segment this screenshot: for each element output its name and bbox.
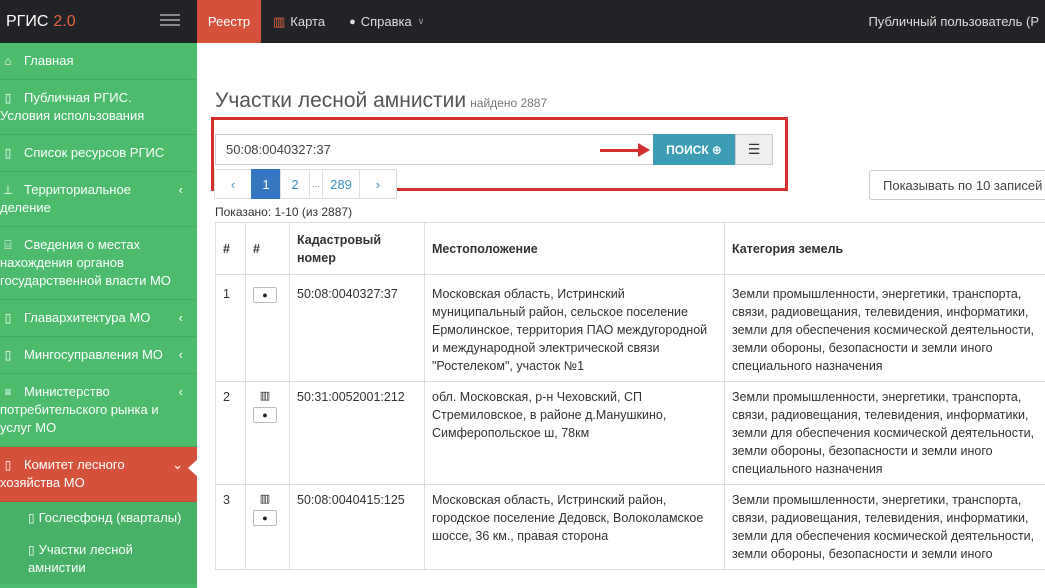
list-icon: ≡ bbox=[4, 385, 12, 399]
page-title: Участки лесной амнистии найдено 2887 bbox=[215, 89, 548, 112]
table-row[interactable]: 1 ● 50:08:0040327:37 Московская область,… bbox=[215, 274, 1045, 382]
bank-icon: ⌸ bbox=[4, 238, 12, 252]
location-text: Московская область, Истринский муниципал… bbox=[424, 274, 725, 382]
pin-icon: ⊥ bbox=[2, 183, 14, 197]
cadastral-number: 50:31:0052001:212 bbox=[289, 381, 425, 485]
sidebar-item-gov-bodies[interactable]: ⌸ Сведения о местах нахождения органов го… bbox=[0, 227, 197, 300]
help-icon: ● bbox=[349, 15, 356, 28]
table-row[interactable]: 3 ▥ ● 50:08:0040415:125 Московская облас… bbox=[215, 484, 1045, 570]
cadastral-number: 50:08:0040327:37 bbox=[289, 274, 425, 382]
row-number: 3 bbox=[215, 484, 246, 570]
sidebar-item-forestry[interactable]: ▯ Комитет лесного хозяйства МО ⌄ bbox=[0, 447, 197, 502]
category-text: Земли промышленности, энергетики, трансп… bbox=[724, 381, 1045, 485]
row-number: 1 bbox=[215, 274, 246, 382]
location-text: Московская область, Истринский район, го… bbox=[424, 484, 725, 570]
doc-icon: ▯ bbox=[4, 348, 12, 362]
map-icon: ▥ bbox=[273, 13, 286, 29]
nav-tab-registry[interactable]: Реестр bbox=[197, 0, 261, 43]
main-content: Участки лесной амнистии найдено 2887 50:0… bbox=[197, 43, 1045, 588]
doc-icon: ▯ bbox=[28, 543, 35, 557]
sidebar-item-glavarkhitektura[interactable]: ▯ Главархитектура МО ‹ bbox=[0, 300, 197, 337]
eye-icon[interactable]: ● bbox=[253, 510, 277, 526]
sidebar-item-home[interactable]: ⌂ Главная bbox=[0, 43, 197, 80]
table-header-row: # # Кадастровый номер Местоположение Кат… bbox=[215, 222, 1045, 275]
chevron-down-icon: ∨ bbox=[417, 16, 425, 26]
found-count: найдено 2887 bbox=[470, 96, 548, 110]
page-button-2[interactable]: 2 bbox=[280, 169, 310, 199]
hamburger-menu-icon[interactable] bbox=[160, 14, 180, 28]
nav-tab-help[interactable]: ● Справка ∨ bbox=[337, 0, 436, 43]
chevron-down-icon: ⌄ bbox=[172, 457, 183, 472]
map-icon[interactable]: ▥ bbox=[253, 491, 277, 507]
chevron-left-icon: ‹ bbox=[178, 384, 183, 399]
brand-name: РГИС bbox=[6, 12, 49, 30]
eye-icon[interactable]: ● bbox=[253, 407, 277, 423]
cadastral-number: 50:08:0040415:125 bbox=[289, 484, 425, 570]
col-header-category[interactable]: Категория земель bbox=[724, 222, 1045, 275]
chevron-left-icon: ‹ bbox=[178, 347, 183, 362]
sidebar: ⌂ Главная ▯ Публичная РГИС. Условия исполь… bbox=[0, 43, 197, 588]
sidebar-item-mingosupr[interactable]: ▯ Мингосуправления МО ‹ bbox=[0, 337, 197, 374]
location-text: обл. Московская, р-н Чеховский, СП Стрем… bbox=[424, 381, 725, 485]
col-header-actions[interactable]: # bbox=[245, 222, 290, 275]
page-ellipsis: ... bbox=[309, 169, 323, 199]
pagination: ‹ 1 2 ... 289 › bbox=[214, 169, 397, 199]
category-text: Земли промышленности, энергетики, трансп… bbox=[724, 274, 1045, 382]
sidebar-item-territorial[interactable]: ⊥ Территориальное деление ‹ bbox=[0, 172, 197, 227]
sidebar-subitem-goslesfond[interactable]: ▯ Гослесфонд (кварталы) bbox=[0, 502, 197, 534]
nav-tab-map[interactable]: ▥ Карта bbox=[261, 0, 337, 43]
map-icon[interactable]: ▥ bbox=[253, 388, 277, 404]
chevron-left-icon: ‹ bbox=[178, 310, 183, 325]
doc-icon: ▯ bbox=[4, 91, 12, 105]
page-button-1[interactable]: 1 bbox=[251, 169, 281, 199]
sidebar-item-resources[interactable]: ▯ Список ресурсов РГИС bbox=[0, 135, 197, 172]
sidebar-subitem-amnesty[interactable]: ▯ Участки лесной амнистии bbox=[0, 534, 197, 584]
main-nav: Реестр ▥ Карта ● Справка ∨ bbox=[197, 0, 436, 43]
chevron-left-icon: ‹ bbox=[178, 182, 183, 197]
per-page-select[interactable]: Показывать по 10 записей bbox=[869, 170, 1045, 200]
home-icon: ⌂ bbox=[4, 54, 12, 68]
doc-icon: ▯ bbox=[28, 511, 35, 525]
page-next-button[interactable]: › bbox=[359, 169, 397, 199]
doc-icon: ▯ bbox=[4, 458, 12, 472]
col-header-location[interactable]: Местоположение bbox=[424, 222, 725, 275]
sidebar-item-consumer-market[interactable]: ≡ Министерство потребительского рынка и у… bbox=[0, 374, 197, 447]
doc-icon: ▯ bbox=[4, 146, 12, 160]
results-table: # # Кадастровый номер Местоположение Кат… bbox=[215, 222, 1045, 570]
page-button-last[interactable]: 289 bbox=[322, 169, 360, 199]
shown-count: Показано: 1-10 (из 2887) bbox=[215, 205, 353, 219]
brand-version: 2.0 bbox=[53, 12, 76, 30]
eye-icon[interactable]: ● bbox=[253, 287, 277, 303]
category-text: Земли промышленности, энергетики, трансп… bbox=[724, 484, 1045, 570]
sidebar-item-public-rgis[interactable]: ▯ Публичная РГИС. Условия использования bbox=[0, 80, 197, 135]
top-navbar: РГИС 2.0 Реестр ▥ Карта ● Справка ∨ Публ… bbox=[0, 0, 1045, 43]
col-header-cadastral[interactable]: Кадастровый номер bbox=[289, 222, 425, 275]
row-number: 2 bbox=[215, 381, 246, 485]
page-prev-button[interactable]: ‹ bbox=[214, 169, 252, 199]
doc-icon: ▯ bbox=[4, 311, 12, 325]
col-header-num[interactable]: # bbox=[215, 222, 246, 275]
user-menu[interactable]: Публичный пользователь (Р bbox=[868, 0, 1045, 43]
table-row[interactable]: 2 ▥ ● 50:31:0052001:212 обл. Московская,… bbox=[215, 381, 1045, 485]
